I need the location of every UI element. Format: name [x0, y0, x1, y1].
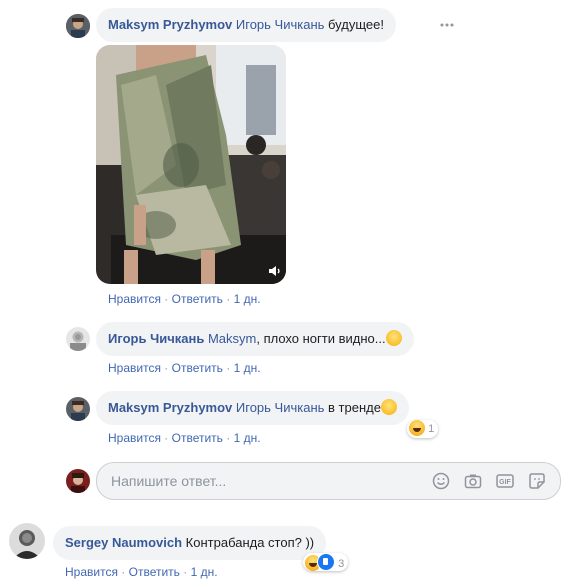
- reactions-badge[interactable]: 1: [407, 420, 439, 438]
- timestamp[interactable]: 1 дн.: [234, 361, 261, 375]
- timestamp[interactable]: 1 дн.: [234, 292, 261, 306]
- sticker-icon[interactable]: [527, 471, 547, 491]
- like-link[interactable]: Нравится: [108, 361, 161, 375]
- comment-actions: Нравится · Ответить · 1 дн.: [108, 361, 261, 375]
- reply-input[interactable]: [109, 463, 413, 499]
- comment-author[interactable]: Maksym Pryzhymov: [108, 400, 232, 415]
- like-link[interactable]: Нравится: [65, 565, 118, 579]
- reactions-badge[interactable]: 3: [303, 553, 349, 571]
- comment-actions: Нравится · Ответить · 1 дн.: [108, 292, 261, 306]
- timestamp[interactable]: 1 дн.: [191, 565, 218, 579]
- comment-text: , плохо ногти видно...: [256, 331, 386, 346]
- reply-box[interactable]: GIF: [96, 462, 561, 500]
- comment-actions: Нравится · Ответить · 1 дн.: [108, 431, 261, 445]
- like-reaction-icon: [317, 553, 335, 571]
- avatar-maksym[interactable]: [66, 397, 90, 421]
- svg-text:GIF: GIF: [499, 479, 511, 486]
- haha-reaction-icon: [409, 420, 425, 436]
- avatar-igor[interactable]: [66, 327, 90, 351]
- comment-bubble: Maksym Pryzhymov Игорь Чичкань в тренде: [96, 391, 409, 425]
- reaction-count: 1: [428, 423, 435, 435]
- comment-mention[interactable]: Игорь Чичкань: [236, 17, 325, 32]
- comment-text: будущее!: [324, 17, 384, 32]
- comment-text: в тренде: [324, 400, 381, 415]
- volume-icon[interactable]: [268, 265, 282, 277]
- avatar-sergey[interactable]: [9, 523, 45, 559]
- comment-actions: Нравится · Ответить · 1 дн.: [65, 565, 218, 579]
- comment-author[interactable]: Игорь Чичкань: [108, 331, 204, 346]
- reply-link[interactable]: Ответить: [129, 565, 180, 579]
- emoji-icon[interactable]: [431, 471, 451, 491]
- comment-mention[interactable]: Игорь Чичкань: [236, 400, 325, 415]
- like-link[interactable]: Нравится: [108, 431, 161, 445]
- reply-link[interactable]: Ответить: [172, 431, 223, 445]
- video-attachment[interactable]: [96, 45, 286, 284]
- camera-icon[interactable]: [463, 471, 483, 491]
- current-user-avatar[interactable]: [66, 469, 90, 493]
- comment-author[interactable]: Sergey Naumovich: [65, 535, 182, 550]
- reply-link[interactable]: Ответить: [172, 292, 223, 306]
- comment-bubble: Maksym Pryzhymov Игорь Чичкань будущее!: [96, 8, 396, 42]
- reaction-count: 3: [338, 558, 345, 570]
- comment-bubble: Sergey Naumovich Контрабанда стоп? )): [53, 526, 327, 560]
- avatar-maksym[interactable]: [66, 14, 90, 38]
- comment-bubble: Игорь Чичкань Maksym, плохо ногти видно.…: [96, 322, 414, 356]
- grin-emoji-icon: [380, 399, 397, 415]
- timestamp[interactable]: 1 дн.: [234, 431, 261, 445]
- like-link[interactable]: Нравится: [108, 292, 161, 306]
- reply-link[interactable]: Ответить: [172, 361, 223, 375]
- comment-author[interactable]: Maksym Pryzhymov: [108, 17, 232, 32]
- smirk-emoji-icon: [385, 330, 402, 346]
- more-options-icon[interactable]: [439, 18, 455, 32]
- comment-mention[interactable]: Maksym: [208, 331, 256, 346]
- gif-icon[interactable]: GIF: [495, 471, 515, 491]
- comment-text: Контрабанда стоп? )): [185, 535, 315, 550]
